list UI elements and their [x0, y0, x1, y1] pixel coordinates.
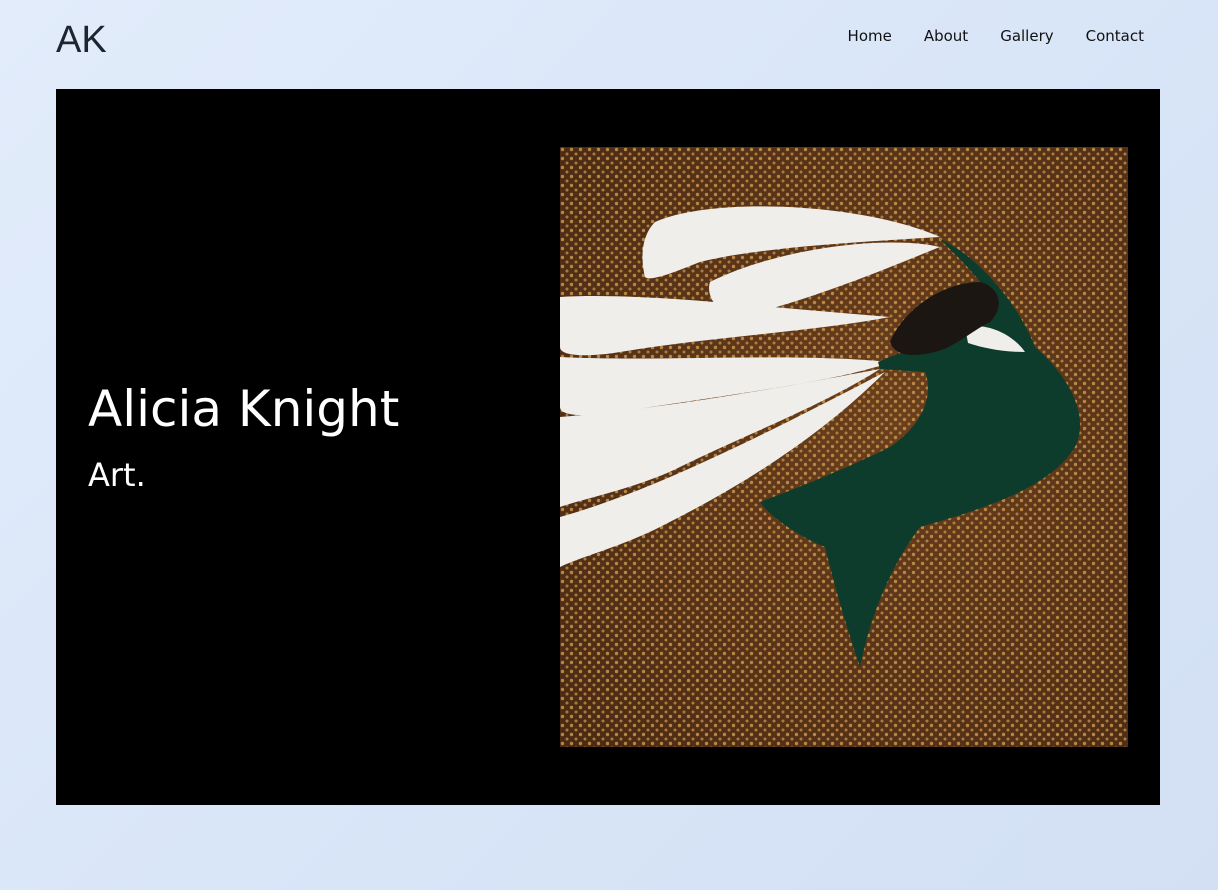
nav-link-gallery[interactable]: Gallery — [1000, 26, 1053, 46]
nav-link-about[interactable]: About — [924, 26, 968, 46]
artwork-image — [560, 147, 1128, 747]
main-nav: Home About Gallery Contact — [848, 26, 1144, 46]
hero-subtitle: Art. — [88, 456, 146, 494]
nav-link-contact[interactable]: Contact — [1086, 26, 1144, 46]
nav-link-home[interactable]: Home — [848, 26, 892, 46]
hero-section: Alicia Knight Art. — [56, 89, 1160, 805]
site-logo[interactable]: AK — [56, 18, 107, 62]
hero-title: Alicia Knight — [88, 380, 400, 438]
